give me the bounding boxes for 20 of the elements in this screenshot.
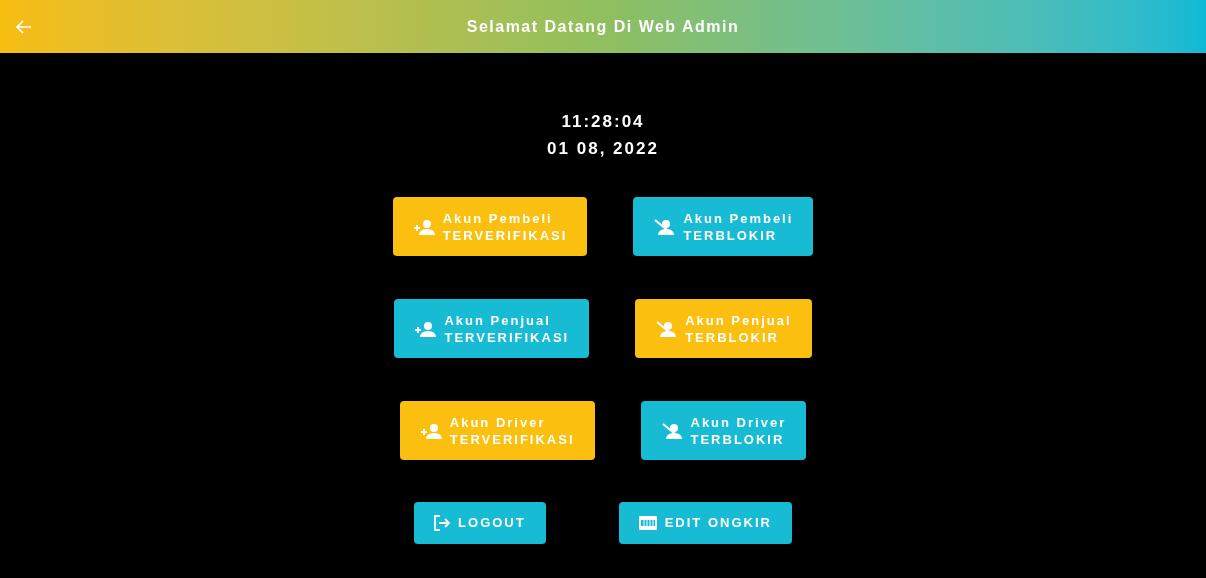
keyboard-icon [638, 516, 657, 530]
action-button[interactable]: LOGOUT [414, 502, 546, 544]
account-button[interactable]: Akun Pembeli TERBLOKIR [633, 197, 814, 256]
account-button[interactable]: Akun Pembeli TERVERIFIKASI [392, 197, 588, 256]
back-arrow-icon[interactable] [16, 19, 32, 34]
clock-date: 01 08, 2022 [547, 138, 659, 160]
blocked-user-icon [653, 217, 676, 236]
logout-icon [434, 515, 451, 531]
action-button[interactable]: EDIT ONGKIR [618, 502, 792, 544]
page-title: Selamat Datang Di Web Admin [466, 16, 740, 37]
add-user-icon [414, 320, 437, 337]
blocked-user-icon [660, 421, 683, 440]
blocked-user-icon [655, 319, 678, 338]
account-button[interactable]: Akun Penjual TERVERIFIKASI [394, 299, 590, 358]
add-user-icon [412, 218, 435, 235]
account-button[interactable]: Akun Driver TERVERIFIKASI [399, 401, 595, 460]
add-user-icon [419, 422, 442, 439]
clock-time: 11:28:04 [561, 111, 645, 133]
account-button[interactable]: Akun Penjual TERBLOKIR [635, 299, 812, 358]
account-button[interactable]: Akun Driver TERBLOKIR [640, 401, 807, 460]
